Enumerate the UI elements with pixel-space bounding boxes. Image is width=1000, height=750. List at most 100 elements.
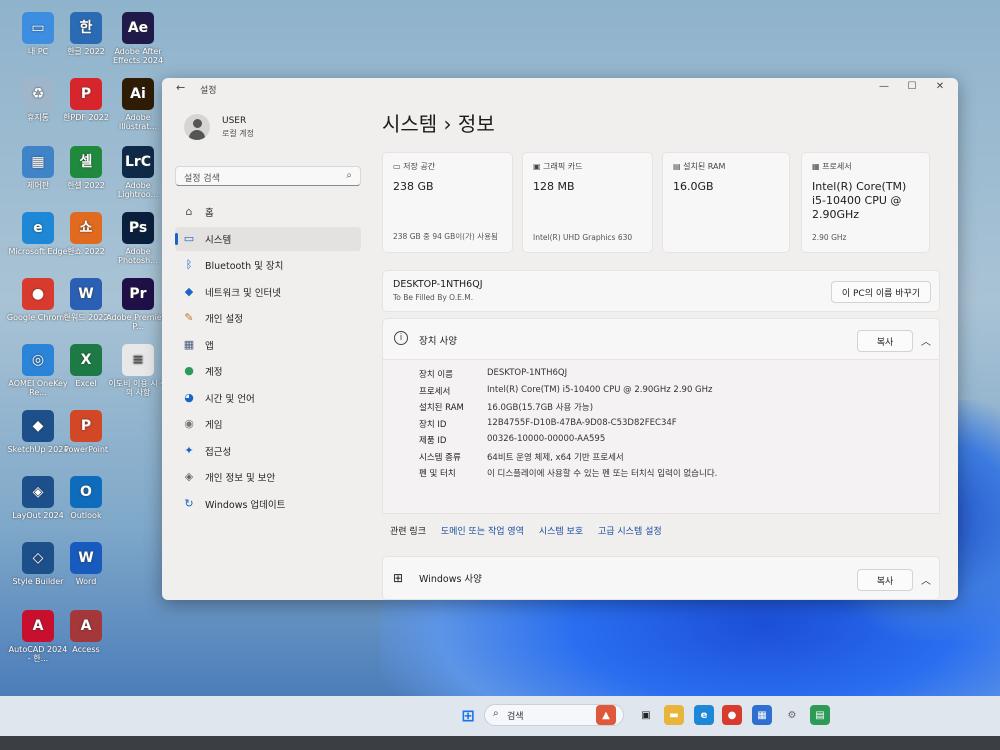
device-manufacturer: To Be Filled By O.E.M. <box>393 293 474 302</box>
nav-icon: ◕ <box>184 390 194 404</box>
chrome-icon[interactable]: ● <box>722 705 742 725</box>
spec-row: 제품 ID 00326-10000-00000-AA595 <box>419 434 605 446</box>
desktop-icon[interactable]: Pr Adobe Premiere P... <box>106 278 170 331</box>
settings-icon[interactable]: ⚙ <box>782 705 802 725</box>
spec-row: 장치 이름 DESKTOP-1NTH6QJ <box>419 368 567 380</box>
copy-windows-specs-button[interactable]: 복사 <box>857 569 913 591</box>
device-specs-header[interactable]: i 장치 사양 복사 ︿ <box>382 318 940 360</box>
sidebar-item-label: 계정 <box>205 367 223 378</box>
app-icon: Pr <box>122 278 154 310</box>
app-icon: W <box>70 278 102 310</box>
app-icon: P <box>70 78 102 110</box>
desktop-icon[interactable]: A Access <box>54 610 118 654</box>
app-icon: P <box>70 410 102 442</box>
sidebar-item[interactable]: ● 계정 <box>175 359 361 383</box>
title-bar: ← 설정 — ☐ ✕ <box>162 78 958 100</box>
app-icon: ▦ <box>22 146 54 178</box>
card-value: 238 GB <box>393 180 434 193</box>
graphics-card[interactable]: ▣ 그래픽 카드 128 MB Intel(R) UHD Graphics 63… <box>522 152 653 253</box>
start-icon[interactable]: ⊞ <box>458 705 478 725</box>
minimize-button[interactable]: — <box>874 81 894 92</box>
app-icon: 한 <box>70 12 102 44</box>
sidebar-item[interactable]: ◉ 게임 <box>175 412 361 436</box>
sidebar-item[interactable]: ◕ 시간 및 언어 <box>175 386 361 410</box>
app-icon: Ps <box>122 212 154 244</box>
desktop-icon[interactable]: Ps Adobe Photosh... <box>106 212 170 265</box>
ram-card[interactable]: ▤ 설치된 RAM 16.0GB <box>662 152 790 253</box>
close-button[interactable]: ✕ <box>930 81 950 92</box>
task-view-icon[interactable]: ▣ <box>636 705 656 725</box>
app-icon: W <box>70 542 102 574</box>
desktop-icon-label: Word <box>75 577 97 586</box>
processor-card[interactable]: ▦ 프로세서 Intel(R) Core(TM) i5-10400 CPU @ … <box>801 152 930 253</box>
desktop-icon-label: Adobe Illustrat... <box>118 113 158 132</box>
nav-icon: ↻ <box>184 496 194 510</box>
back-arrow-icon[interactable]: ← <box>176 81 185 94</box>
spec-key: 설치된 RAM <box>419 403 464 413</box>
file-explorer-icon[interactable]: ▬ <box>664 705 684 725</box>
app-icon: ♻ <box>22 78 54 110</box>
domain-workgroup-link[interactable]: 도메인 또는 작업 영역 <box>441 527 524 537</box>
spec-key: 펜 및 터치 <box>419 469 456 479</box>
spec-key: 장치 ID <box>419 419 447 430</box>
sidebar-item[interactable]: ✎ 개인 설정 <box>175 306 361 330</box>
chevron-up-icon[interactable]: ︿ <box>921 333 931 348</box>
graphics-icon: ▣ <box>533 162 544 171</box>
related-links-label: 관련 링크 <box>390 527 426 537</box>
maximize-button[interactable]: ☐ <box>902 81 922 92</box>
window-title: 설정 <box>200 86 217 96</box>
sidebar-item[interactable]: ⌂ 홈 <box>175 200 361 224</box>
desktop-icon-label: Access <box>72 645 100 654</box>
page-title: 시스템 › 정보 <box>382 112 495 136</box>
nav-icon: ◆ <box>184 284 194 298</box>
app-icon: A <box>22 610 54 642</box>
desktop-icon[interactable]: P PowerPoint <box>54 410 118 454</box>
device-specs-body: 장치 이름 DESKTOP-1NTH6QJ 프로세서 Intel(R) Core(TM… <box>382 360 940 514</box>
card-label: 설치된 RAM <box>683 162 726 171</box>
advanced-system-settings-link[interactable]: 고급 시스템 설정 <box>598 527 662 537</box>
storage-icon: ▭ <box>393 162 404 171</box>
card-foot: 2.90 GHz <box>812 233 847 242</box>
desktop-icon[interactable]: Ai Adobe Illustrat... <box>106 78 170 131</box>
store-icon[interactable]: ▦ <box>752 705 772 725</box>
app-icon: ▭ <box>22 12 54 44</box>
copy-device-specs-button[interactable]: 복사 <box>857 330 913 352</box>
spec-row: 펜 및 터치 이 디스플레이에 사용할 수 있는 펜 또는 터치식 입력이 없습니… <box>419 467 717 479</box>
user-profile[interactable]: USER 로컬 계정 <box>184 114 254 140</box>
desktop-icon[interactable]: W Word <box>54 542 118 586</box>
search-placeholder: 설정 검색 <box>184 174 220 184</box>
system-protection-link[interactable]: 시스템 보호 <box>539 527 583 537</box>
spec-key: 장치 이름 <box>419 370 453 380</box>
sidebar-item-label: Bluetooth 및 장치 <box>205 261 284 272</box>
chevron-up-icon[interactable]: ︿ <box>921 572 931 587</box>
search-icon: ⌕ <box>493 708 499 719</box>
sidebar-item[interactable]: ✦ 접근성 <box>175 439 361 463</box>
widgets-icon[interactable]: ▲ <box>596 705 616 725</box>
desktop-icon[interactable]: O Outlook <box>54 476 118 520</box>
app-icon: Ae <box>122 12 154 44</box>
sidebar-item[interactable]: ◆ 네트워크 및 인터넷 <box>175 280 361 304</box>
app-icon: 셀 <box>70 146 102 178</box>
app-icon: A <box>70 610 102 642</box>
desktop-icon[interactable]: ≡ 이도비 이용 시 주의 사항 <box>106 344 170 397</box>
storage-card[interactable]: ▭ 저장 공간 238 GB 238 GB 중 94 GB이(가) 사용됨 <box>382 152 513 253</box>
windows-specs-header[interactable]: ⊞ Windows 사양 복사 ︿ <box>382 556 940 600</box>
desktop-icon[interactable]: LrC Adobe Lightroo... <box>106 146 170 199</box>
sidebar-item[interactable]: ▭ 시스템 <box>175 226 361 251</box>
settings-search-input[interactable]: 설정 검색 ⌕ <box>175 166 361 186</box>
nav-icon: ◉ <box>184 417 194 430</box>
sidebar-item-label: 앱 <box>205 340 214 352</box>
card-foot: 238 GB 중 94 GB이(가) 사용됨 <box>393 232 498 241</box>
rename-pc-button[interactable]: 이 PC의 이름 바꾸기 <box>831 281 931 303</box>
desktop-icon-label: Adobe After Effects 2024 <box>112 47 164 66</box>
sidebar-item[interactable]: ▦ 앱 <box>175 333 361 357</box>
sidebar-item[interactable]: ◈ 개인 정보 및 보안 <box>175 465 361 489</box>
sidebar-item[interactable]: ᛒ Bluetooth 및 장치 <box>175 253 361 277</box>
spec-row: 프로세서 Intel(R) Core(TM) i5-10400 CPU @ 2.9… <box>419 385 713 397</box>
desktop-icon-label: 이도비 이용 시 주의 사항 <box>108 379 168 398</box>
info-icon: i <box>394 331 408 345</box>
edge-icon[interactable]: e <box>694 705 714 725</box>
desktop-icon[interactable]: Ae Adobe After Effects 2024 <box>106 12 170 65</box>
sidebar-item[interactable]: ↻ Windows 업데이트 <box>175 492 361 516</box>
network-icon[interactable]: ▤ <box>810 705 830 725</box>
